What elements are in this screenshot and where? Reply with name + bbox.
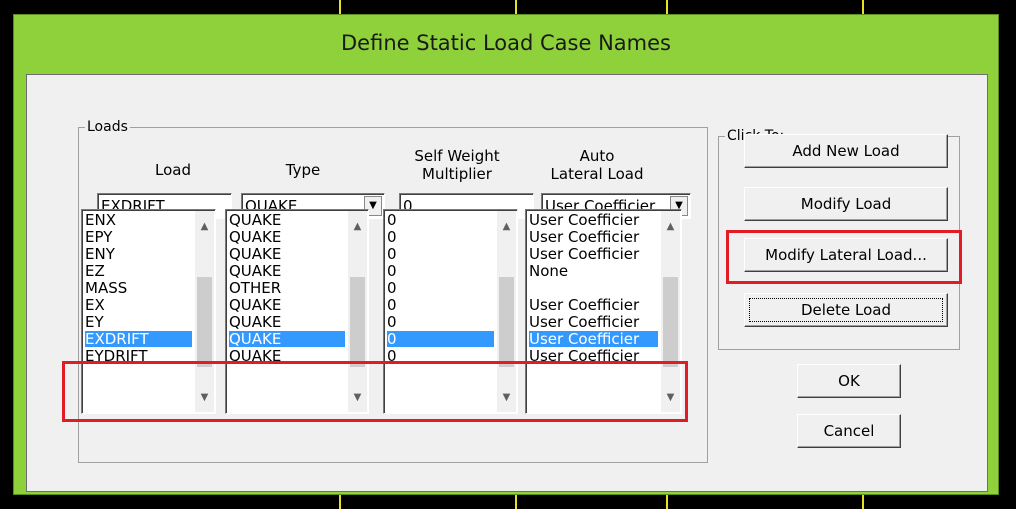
load-name-item[interactable]: EZ — [85, 263, 192, 279]
scrollbar-thumb[interactable] — [350, 277, 365, 367]
multiplier-item[interactable]: 0 — [387, 263, 494, 279]
load-name-item[interactable]: ENX — [85, 212, 192, 228]
load-name-item[interactable]: EPY — [85, 229, 192, 245]
delete-load-button[interactable]: Delete Load — [744, 293, 948, 327]
load-name-item[interactable]: MASS — [85, 280, 192, 296]
background-grid-line — [862, 495, 864, 509]
multiplier-item[interactable]: 0 — [387, 229, 494, 245]
load-type-item[interactable]: OTHER — [229, 280, 345, 296]
load-column-header: Load — [155, 161, 191, 179]
chevron-up-icon[interactable]: ▲ — [661, 219, 680, 235]
highlight-selected-row — [62, 361, 688, 422]
multiplier-item[interactable]: 0 — [387, 297, 494, 313]
auto-lateral-item[interactable]: User Coefficier — [529, 212, 658, 228]
multiplier-item[interactable]: 0 — [387, 212, 494, 228]
scrollbar-thumb[interactable] — [663, 277, 678, 367]
auto-lateral-item[interactable]: User Coefficier — [529, 229, 658, 245]
auto-lateral-item[interactable]: User Coefficier — [529, 297, 658, 313]
chevron-up-icon[interactable]: ▲ — [195, 219, 214, 235]
auto-lateral-item[interactable]: User Coefficier — [529, 246, 658, 262]
background-grid-line — [666, 495, 668, 509]
chevron-up-icon[interactable]: ▲ — [348, 219, 367, 235]
focus-rect — [749, 298, 943, 322]
multiplier-item[interactable]: 0 — [387, 246, 494, 262]
ok-button[interactable]: OK — [797, 364, 901, 398]
loads-group-legend: Loads — [87, 119, 128, 135]
load-type-item[interactable]: QUAKE — [229, 246, 345, 262]
self-weight-header-line1: Self Weight — [414, 147, 500, 165]
auto-lateral-item[interactable]: User Coefficier — [529, 331, 658, 347]
chevron-up-icon[interactable]: ▲ — [497, 219, 516, 235]
load-type-item[interactable]: QUAKE — [229, 331, 345, 347]
type-column-header: Type — [285, 161, 321, 179]
auto-lateral-header-line2: Lateral Load — [550, 165, 644, 183]
multiplier-item[interactable]: 0 — [387, 331, 494, 347]
load-type-item[interactable]: QUAKE — [229, 229, 345, 245]
load-name-item[interactable]: EY — [85, 314, 192, 330]
background-grid-line — [339, 495, 341, 509]
self-weight-header-line2: Multiplier — [422, 165, 492, 183]
scrollbar-thumb[interactable] — [197, 277, 212, 367]
background-grid-line — [515, 0, 517, 14]
modify-load-button[interactable]: Modify Load — [744, 187, 948, 221]
auto-lateral-item[interactable] — [529, 280, 658, 296]
load-name-item[interactable]: EXDRIFT — [85, 331, 192, 347]
background-grid-line — [339, 0, 341, 14]
background-grid-line — [862, 0, 864, 14]
load-type-item[interactable]: QUAKE — [229, 297, 345, 313]
auto-lateral-header-line1: Auto — [579, 147, 615, 165]
dialog-title: Define Static Load Case Names — [341, 31, 671, 55]
load-type-item[interactable]: QUAKE — [229, 212, 345, 228]
add-new-load-button[interactable]: Add New Load — [744, 134, 948, 168]
multiplier-item[interactable]: 0 — [387, 280, 494, 296]
background-grid-line — [515, 495, 517, 509]
cancel-button[interactable]: Cancel — [797, 414, 901, 448]
background-grid-line — [666, 0, 668, 14]
load-type-item[interactable]: QUAKE — [229, 263, 345, 279]
load-name-item[interactable]: ENY — [85, 246, 192, 262]
load-name-item[interactable]: EX — [85, 297, 192, 313]
scrollbar-thumb[interactable] — [499, 277, 514, 367]
multiplier-item[interactable]: 0 — [387, 314, 494, 330]
auto-lateral-item[interactable]: None — [529, 263, 658, 279]
highlight-modify-lateral-button — [726, 230, 962, 284]
auto-lateral-item[interactable]: User Coefficier — [529, 314, 658, 330]
load-type-item[interactable]: QUAKE — [229, 314, 345, 330]
